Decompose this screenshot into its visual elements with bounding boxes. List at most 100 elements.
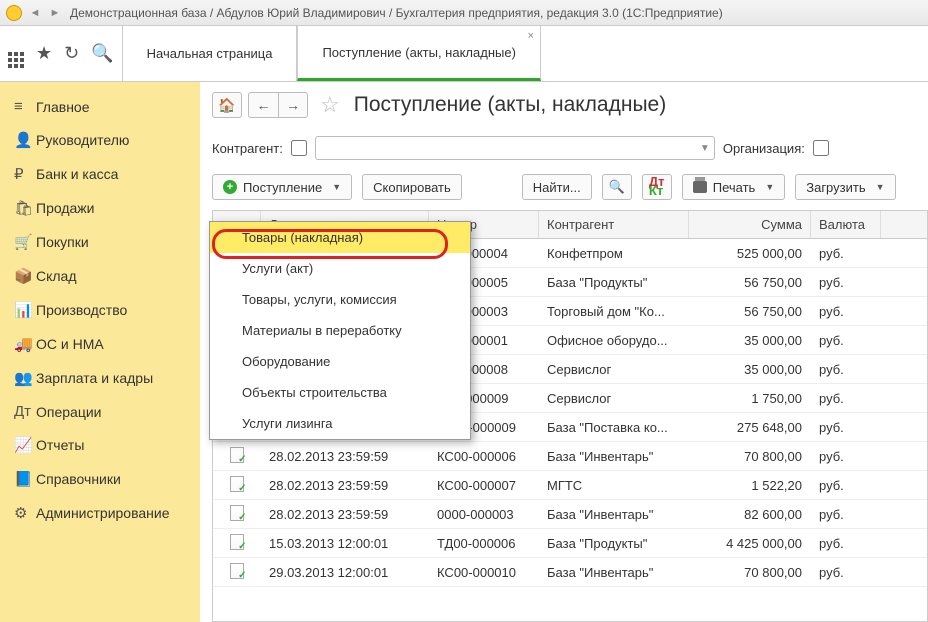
sidebar-item-icon: 📦 — [14, 267, 36, 285]
col-cur[interactable]: Валюта — [811, 211, 881, 238]
receipt-type-dropdown: Товары (накладная)Услуги (акт)Товары, ус… — [209, 221, 471, 440]
document-icon — [230, 447, 244, 463]
sidebar: ≡Главное👤Руководителю₽Банк и касса🛍Прода… — [0, 82, 200, 622]
sidebar-item-icon: 👥 — [14, 369, 36, 387]
sidebar-item[interactable]: 📈Отчеты — [0, 428, 200, 462]
nav-back-icon[interactable]: ◄ — [26, 4, 44, 22]
dropdown-item[interactable]: Материалы в переработку — [210, 315, 470, 346]
row-num: КС00-000007 — [429, 478, 539, 493]
table-row[interactable]: 28.02.2013 23:59:59КС00-000007МГТС1 522,… — [213, 471, 927, 500]
dropdown-item[interactable]: Объекты строительства — [210, 377, 470, 408]
favorite-outline-icon[interactable]: ☆ — [320, 92, 340, 118]
cancel-search-button[interactable]: 🔍 — [602, 174, 632, 200]
row-contragent: Конфетпром — [539, 246, 689, 261]
chevron-down-icon: ▼ — [876, 182, 885, 192]
sidebar-item-icon: ⚙ — [14, 504, 36, 522]
row-contragent: Сервислог — [539, 391, 689, 406]
row-contragent: База "Инвентарь" — [539, 507, 689, 522]
dropdown-item[interactable]: Товары, услуги, комиссия — [210, 284, 470, 315]
table-row[interactable]: 28.02.2013 23:59:590000-000003База "Инве… — [213, 500, 927, 529]
document-icon — [230, 505, 244, 521]
sidebar-item-icon: 🛍 — [14, 199, 36, 217]
row-currency: руб. — [811, 507, 881, 522]
row-sum: 4 425 000,00 — [689, 536, 811, 551]
back-button[interactable]: ← — [248, 92, 278, 118]
find-label: Найти... — [533, 180, 581, 195]
dtk-button[interactable]: ДтКт — [642, 174, 672, 200]
row-contragent: МГТС — [539, 478, 689, 493]
window-title: Демонстрационная база / Абдулов Юрий Вла… — [70, 6, 723, 20]
org-checkbox[interactable] — [813, 140, 829, 156]
load-split-button[interactable]: Загрузить ▼ — [795, 174, 895, 200]
row-contragent: База "Инвентарь" — [539, 565, 689, 580]
table-row[interactable]: 29.03.2013 12:00:01КС00-000010База "Инве… — [213, 558, 927, 587]
sidebar-item[interactable]: 📊Производство — [0, 293, 200, 327]
sidebar-item[interactable]: 📦Склад — [0, 259, 200, 293]
sidebar-item[interactable]: 🛒Покупки — [0, 225, 200, 259]
find-button[interactable]: Найти... — [522, 174, 592, 200]
contragent-dropdown[interactable]: ▼ — [315, 136, 715, 160]
sidebar-item[interactable]: 🛍Продажи — [0, 191, 200, 225]
sidebar-item-label: Зарплата и кадры — [36, 370, 153, 386]
sidebar-item[interactable]: ДтОперации — [0, 395, 200, 428]
sidebar-item-icon: ₽ — [14, 165, 36, 183]
dropdown-item[interactable]: Товары (накладная) — [210, 222, 470, 253]
row-icon-cell — [213, 534, 261, 553]
sidebar-item[interactable]: 👥Зарплата и кадры — [0, 361, 200, 395]
tab-receipts-label: Поступление (акты, накладные) — [322, 45, 515, 60]
col-contr[interactable]: Контрагент — [539, 211, 689, 238]
row-currency: руб. — [811, 391, 881, 406]
star-icon[interactable]: ★ — [36, 43, 52, 64]
row-sum: 275 648,00 — [689, 420, 811, 435]
dropdown-item[interactable]: Оборудование — [210, 346, 470, 377]
sidebar-item-icon: 📊 — [14, 301, 36, 319]
sidebar-item-icon: 👤 — [14, 131, 36, 149]
toolbar: + Поступление ▼ Скопировать Найти... 🔍 Д… — [212, 174, 928, 200]
row-sum: 70 800,00 — [689, 565, 811, 580]
copy-label: Скопировать — [373, 180, 451, 195]
row-sum: 1 522,20 — [689, 478, 811, 493]
forward-button[interactable]: → — [278, 92, 308, 118]
sidebar-item-label: Главное — [36, 99, 90, 115]
row-icon-cell — [213, 476, 261, 495]
row-date: 15.03.2013 12:00:01 — [261, 536, 429, 551]
sidebar-item-label: Продажи — [36, 200, 94, 216]
table-row[interactable]: 28.02.2013 23:59:59КС00-000006База "Инве… — [213, 442, 927, 471]
history-icon[interactable]: ↻ — [64, 43, 79, 64]
row-date: 28.02.2013 23:59:59 — [261, 507, 429, 522]
contragent-checkbox[interactable] — [291, 140, 307, 156]
row-sum: 82 600,00 — [689, 507, 811, 522]
tab-receipts[interactable]: Поступление (акты, накладные) × — [297, 26, 540, 81]
row-contragent: База "Продукты" — [539, 536, 689, 551]
sidebar-item-label: Администрирование — [36, 505, 170, 521]
sidebar-item-icon: Дт — [14, 403, 36, 420]
apps-icon[interactable] — [8, 40, 24, 68]
chevron-down-icon: ▼ — [765, 182, 774, 192]
table-row[interactable]: 15.03.2013 12:00:01ТД00-000006База "Прод… — [213, 529, 927, 558]
row-sum: 70 800,00 — [689, 449, 811, 464]
nav-fwd-icon[interactable]: ► — [46, 4, 64, 22]
sidebar-item-label: Справочники — [36, 471, 121, 487]
row-contragent: Офисное оборудо... — [539, 333, 689, 348]
sidebar-item[interactable]: 📘Справочники — [0, 462, 200, 496]
sidebar-item[interactable]: ≡Главное — [0, 90, 200, 123]
col-sum[interactable]: Сумма — [689, 211, 811, 238]
dropdown-item[interactable]: Услуги (акт) — [210, 253, 470, 284]
sidebar-item[interactable]: 🚚ОС и НМА — [0, 327, 200, 361]
sidebar-item-label: Руководителю — [36, 132, 129, 148]
sidebar-item[interactable]: ⚙Администрирование — [0, 496, 200, 530]
tab-home[interactable]: Начальная страница — [122, 26, 298, 81]
sidebar-item-label: Банк и касса — [36, 166, 118, 182]
print-split-button[interactable]: Печать ▼ — [682, 174, 786, 200]
tab-close-icon[interactable]: × — [527, 30, 533, 42]
row-date: 28.02.2013 23:59:59 — [261, 478, 429, 493]
sidebar-item[interactable]: 👤Руководителю — [0, 123, 200, 157]
row-currency: руб. — [811, 304, 881, 319]
search-icon[interactable]: 🔍 — [91, 43, 113, 64]
receipt-split-button[interactable]: + Поступление ▼ — [212, 174, 352, 200]
copy-button[interactable]: Скопировать — [362, 174, 462, 200]
home-button[interactable]: 🏠 — [212, 92, 242, 118]
sidebar-item[interactable]: ₽Банк и касса — [0, 157, 200, 191]
row-currency: руб. — [811, 449, 881, 464]
dropdown-item[interactable]: Услуги лизинга — [210, 408, 470, 439]
